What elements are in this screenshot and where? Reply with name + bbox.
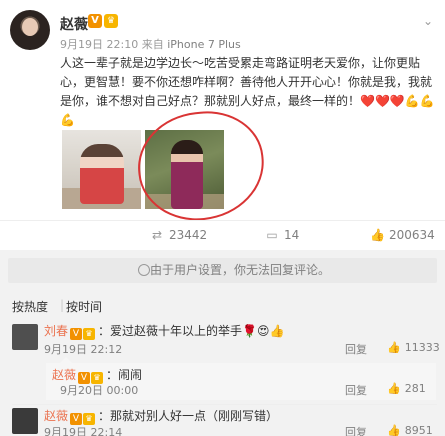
comment-icon: ▭: [266, 228, 278, 242]
comment-time: 9月19日 22:14: [44, 424, 122, 436]
sort-by-time-tab[interactable]: 按时间: [66, 298, 102, 315]
photo-1-person: [80, 144, 124, 204]
comment-divider: [12, 404, 437, 405]
vip-badge-icon: V: [70, 328, 83, 340]
comment-date: 9月19日: [44, 426, 87, 436]
thumbs-up-icon: 👍: [370, 228, 385, 242]
commenter-name-text[interactable]: 刘春: [44, 324, 68, 338]
comment-emoji: 🌹😍👍: [242, 324, 285, 338]
reply-like-button[interactable]: 👍 281: [387, 382, 426, 395]
reply-like-count: 281: [404, 382, 426, 395]
reply-text: ：闹闹: [106, 368, 143, 382]
post-photo-1[interactable]: [62, 130, 141, 209]
reply-author-name-text[interactable]: 赵薇: [52, 368, 76, 382]
post-text: 人这一辈子就是边学边长～吃苦受累走弯路证明老天爱你，让你更贴心，更智慧！要不你还…: [60, 54, 435, 130]
reply-date: 9月20日: [60, 384, 103, 397]
photo-2-person: [171, 140, 203, 209]
reply-time: 9月20日 00:00: [60, 382, 138, 398]
reply-restricted-notice: 由于用户设置，你无法回复评论。: [8, 258, 437, 283]
comment-button[interactable]: ▭ 14: [265, 221, 299, 249]
comment-date: 9月19日: [44, 343, 87, 356]
post-time[interactable]: 22:10: [107, 38, 139, 51]
comment-clock: 22:12: [90, 343, 123, 356]
commenter-avatar[interactable]: [12, 408, 38, 434]
comment-text: ：爱过赵薇十年以上的举手🌹😍👍: [98, 322, 284, 339]
sort-separator: |: [60, 298, 65, 312]
verified-badge-icon: V: [88, 14, 102, 28]
author-avatar[interactable]: [10, 10, 50, 50]
comment-like-button[interactable]: 👍 11333: [387, 341, 440, 354]
comment-clock: 22:14: [90, 426, 123, 436]
vip-crown-icon: ♛: [83, 328, 96, 340]
comment-count: 14: [284, 228, 300, 242]
post-action-bar: ⇄ 23442 ▭ 14 👍 200634: [0, 220, 445, 248]
comment-time: 9月19日 22:12: [44, 341, 122, 357]
like-count: 200634: [389, 228, 435, 242]
repost-icon: ⇄: [151, 228, 163, 242]
comment-sort-bar: 按热度 | 按时间: [0, 295, 445, 315]
post-date[interactable]: 9月19日: [60, 38, 103, 51]
post-meta: 9月19日 22:10 来自 iPhone 7 Plus: [60, 36, 241, 52]
like-button[interactable]: 👍 200634: [370, 221, 435, 249]
thumbs-up-icon: 👍: [387, 382, 401, 395]
post-source-prefix: 来自: [141, 38, 164, 51]
comment-text: ：那就对别人好一点（刚刚写错）: [98, 409, 279, 423]
thumbs-up-icon: 👍: [387, 424, 401, 436]
sort-by-hot-tab[interactable]: 按热度: [12, 298, 48, 315]
comment-like-count: 8951: [404, 424, 433, 436]
repost-button[interactable]: ⇄ 23442: [150, 221, 207, 249]
comment-like-button[interactable]: 👍 8951: [387, 424, 433, 436]
post-source[interactable]: iPhone 7 Plus: [167, 38, 241, 51]
vip-crown-icon: ♛: [104, 14, 118, 28]
commenter-name[interactable]: 刘春 V ♛: [44, 322, 96, 340]
heart-emoji-icon: ❤️❤️❤️: [360, 94, 405, 108]
comment-reply-button[interactable]: 回复: [345, 341, 367, 357]
repost-count: 23442: [169, 228, 208, 242]
weibo-post-card: 赵薇 V ♛ ⌄ 9月19日 22:10 来自 iPhone 7 Plus 人这…: [0, 0, 445, 250]
reply-reply-button[interactable]: 回复: [345, 382, 367, 398]
commenter-name[interactable]: 赵薇 V ♛: [44, 407, 96, 425]
thumbs-up-icon: 👍: [387, 341, 401, 354]
commenter-avatar[interactable]: [12, 324, 38, 350]
comment-like-count: 11333: [404, 341, 440, 354]
commenter-name-text[interactable]: 赵薇: [44, 409, 68, 423]
chevron-down-icon[interactable]: ⌄: [421, 14, 435, 28]
author-name[interactable]: 赵薇: [60, 14, 88, 34]
info-icon: [138, 264, 150, 276]
post-photo-2[interactable]: [145, 130, 224, 209]
comment-reply-button[interactable]: 回复: [345, 424, 367, 436]
notice-text: 由于用户设置，你无法回复评论。: [150, 263, 331, 277]
comment-text-body: ：爱过赵薇十年以上的举手: [98, 324, 243, 338]
reply-clock: 00:00: [106, 384, 139, 397]
